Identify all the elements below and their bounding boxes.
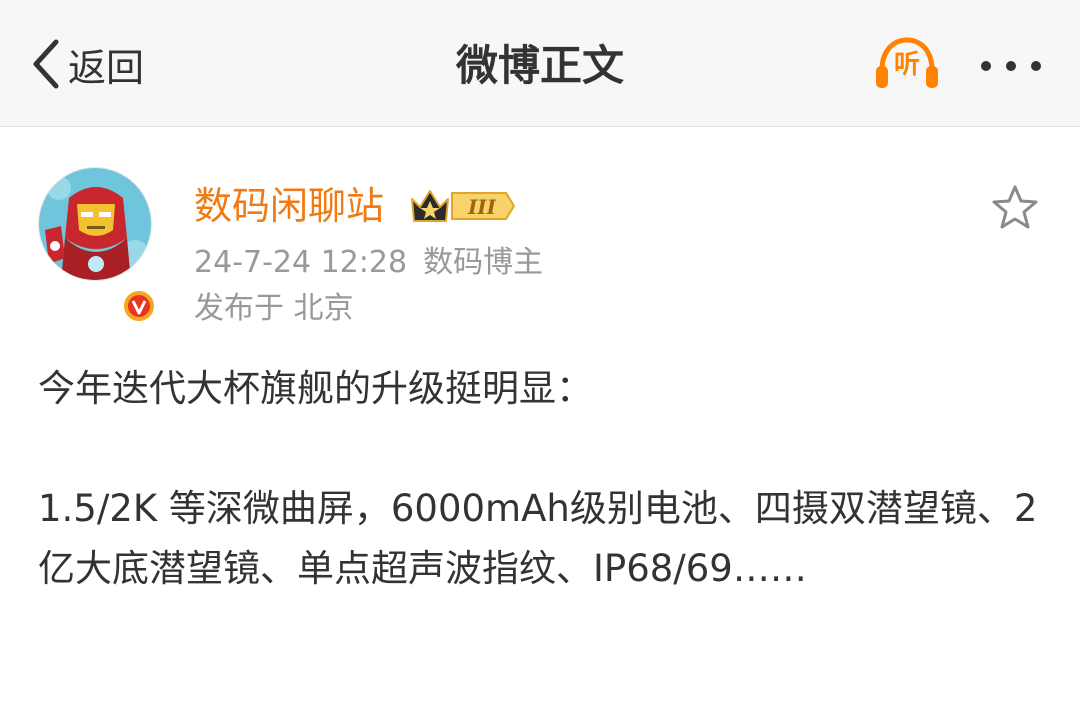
crown-badge-icon: III xyxy=(411,190,516,222)
favorite-button[interactable] xyxy=(990,183,1040,231)
listen-label: 听 xyxy=(893,50,920,80)
location-prefix: 发布于 xyxy=(194,291,284,326)
post-location: 发布于 北京 xyxy=(194,289,354,329)
post-content-line: 今年迭代大杯旗舰的升级挺明显： xyxy=(38,367,593,410)
location-name: 北京 xyxy=(293,291,354,326)
level-badge-text: III xyxy=(467,195,497,219)
more-button[interactable] xyxy=(976,48,1046,84)
post-content-line: 1.5/2K 等深微曲屏，6000mAh级别电池、四摄双潜望镜、2亿大底潜望镜、… xyxy=(38,487,1038,590)
post-timestamp: 24-7-24 12:28 xyxy=(194,245,408,280)
verified-v-icon xyxy=(122,289,156,323)
more-dots-icon xyxy=(981,61,1041,71)
author-role: 数码博主 xyxy=(423,245,544,280)
author-avatar[interactable] xyxy=(38,167,156,323)
avatar xyxy=(38,167,152,281)
top-navigation-bar: 返回 微博正文 听 xyxy=(0,0,1080,127)
star-outline-icon xyxy=(992,185,1038,229)
post-card: 数码闲聊站 III 24-7-24 12:28 数码博主 发布于 北京 今年迭代大… xyxy=(0,127,1080,701)
post-content: 今年迭代大杯旗舰的升级挺明显： 1.5/2K 等深微曲屏，6000mAh级别电池… xyxy=(38,359,1048,599)
listen-button[interactable]: 听 xyxy=(872,36,942,92)
author-name[interactable]: 数码闲聊站 xyxy=(194,182,384,230)
post-meta: 24-7-24 12:28 数码博主 xyxy=(194,243,543,283)
